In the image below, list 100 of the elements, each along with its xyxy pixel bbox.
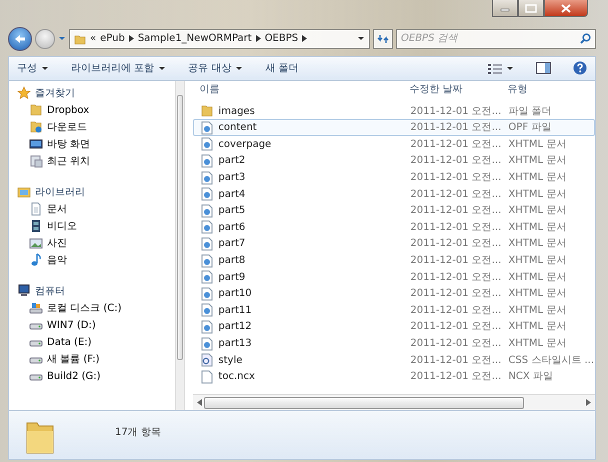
file-row[interactable]: content 2011-12-01 오전... OPF 파일: [193, 119, 595, 136]
file-row[interactable]: part2 2011-12-01 오전... XHTML 문서: [193, 152, 595, 170]
refresh-button[interactable]: [373, 28, 393, 49]
film-icon: [29, 219, 43, 234]
pane-icon: [536, 62, 551, 74]
toolbar-button[interactable]: 새 폴더: [265, 60, 299, 76]
table-cell-text: 2011-12-01 오전...: [410, 138, 502, 152]
caret-icon: [158, 64, 166, 72]
search-icon: [580, 32, 591, 44]
file-name[interactable]: part2: [218, 153, 246, 168]
back-button[interactable]: [8, 26, 32, 51]
file-name[interactable]: part8: [218, 253, 246, 268]
sidebar-item[interactable]: 라이브러리: [17, 184, 85, 201]
web-document-icon: [200, 170, 214, 185]
file-name[interactable]: part9: [218, 270, 246, 285]
sidebar-item[interactable]: 로컬 디스크 (C:): [17, 300, 122, 317]
minimize-button[interactable]: [492, 0, 518, 17]
sidebar-item[interactable]: 비디오: [17, 218, 77, 235]
scrollbar[interactable]: [193, 394, 595, 410]
file-row[interactable]: part6 2011-12-01 오전... XHTML 문서: [193, 219, 595, 236]
item-count: 17개 항목: [115, 426, 161, 440]
help-button[interactable]: [573, 61, 587, 76]
file-row[interactable]: part7 2011-12-01 오전... XHTML 문서: [193, 236, 595, 252]
caret-icon: [58, 35, 66, 42]
web-document-icon: [200, 236, 214, 251]
table-cell-text: 2011-12-01 오전...: [410, 287, 502, 302]
table-cell-text: OPF 파일: [508, 121, 552, 136]
file-name[interactable]: part12: [218, 319, 252, 334]
table-cell-text: 파일 폴더: [508, 104, 553, 119]
sidebar-item[interactable]: Dropbox: [17, 102, 90, 119]
file-row[interactable]: part13 2011-12-01 오전... XHTML 문서: [193, 335, 595, 352]
table-cell-text: 2011-12-01 오전...: [410, 370, 502, 384]
file-name[interactable]: part4: [218, 186, 246, 202]
toolbar-button[interactable]: 구성: [17, 60, 49, 76]
sidebar-item[interactable]: 최근 위치: [17, 152, 90, 170]
history-dropdown[interactable]: [58, 35, 66, 42]
stylesheet-icon: [200, 353, 214, 368]
file-name[interactable]: toc.ncx: [218, 369, 255, 384]
breadcrumb[interactable]: OEBPS: [264, 31, 298, 46]
column-header[interactable]: 유형: [507, 82, 595, 98]
table-cell-text: XHTML 문서: [508, 188, 568, 202]
table-cell-text: XHTML 문서: [508, 237, 568, 252]
sidebar-item[interactable]: 즐겨찾기: [17, 84, 75, 102]
table-cell-text: XHTML 문서: [508, 337, 568, 351]
file-row[interactable]: part4 2011-12-01 오전... XHTML 문서: [193, 186, 595, 202]
file-name[interactable]: part10: [218, 286, 252, 302]
sidebar-item[interactable]: 새 볼륨 (F:): [17, 350, 100, 368]
sidebar-item[interactable]: 컴퓨터: [17, 282, 65, 300]
back-arrow-icon: [14, 34, 26, 44]
desktop-icon: [29, 137, 43, 152]
file-name[interactable]: part5: [218, 203, 246, 218]
sidebar-item[interactable]: 사진: [17, 234, 67, 252]
file-name[interactable]: style: [218, 352, 242, 368]
column-header[interactable]: 수정한 날짜: [409, 82, 508, 98]
file-row[interactable]: part10 2011-12-01 오전... XHTML 문서: [193, 285, 595, 302]
web-document-icon: [200, 187, 214, 202]
file-name[interactable]: content: [218, 120, 257, 136]
breadcrumb-overflow[interactable]: «: [90, 31, 96, 46]
file-name[interactable]: part6: [218, 220, 246, 235]
file-name[interactable]: part13: [218, 336, 252, 351]
scrollbar[interactable]: [174, 80, 186, 410]
file-row[interactable]: part12 2011-12-01 오전... XHTML 문서: [193, 318, 595, 336]
toolbar-button[interactable]: 라이브러리에 포함: [71, 60, 166, 76]
address-bar[interactable]: « ePub Sample1_NewORMPart OEBPS: [69, 28, 370, 49]
breadcrumb[interactable]: ePub: [100, 31, 125, 46]
web-document-icon: [200, 120, 214, 135]
folder-icon: [29, 103, 43, 118]
close-button[interactable]: [544, 0, 588, 17]
file-row[interactable]: part5 2011-12-01 오전... XHTML 문서: [193, 202, 595, 220]
file-row[interactable]: images 2011-12-01 오전... 파일 폴더: [193, 102, 595, 120]
file-name[interactable]: part3: [218, 170, 246, 186]
file-name[interactable]: part7: [218, 236, 246, 252]
sidebar-item[interactable]: WIN7 (D:): [17, 316, 96, 334]
sidebar-item[interactable]: 음악: [17, 252, 67, 269]
sidebar-item[interactable]: 문서: [17, 200, 67, 218]
blank-document-icon: [200, 370, 214, 384]
search-field[interactable]: OEBPS 검색: [396, 28, 596, 49]
file-name[interactable]: part11: [218, 302, 252, 318]
file-row[interactable]: style 2011-12-01 오전... CSS 스타일시트 ...: [193, 352, 595, 368]
breadcrumb[interactable]: Sample1_NewORMPart: [138, 31, 252, 46]
file-row[interactable]: part11 2011-12-01 오전... XHTML 문서: [193, 302, 595, 319]
file-name[interactable]: images: [218, 104, 255, 119]
view-button[interactable]: [488, 62, 514, 74]
file-row[interactable]: part9 2011-12-01 오전... XHTML 문서: [193, 268, 595, 286]
file-row[interactable]: part3 2011-12-01 오전... XHTML 문서: [193, 169, 595, 186]
sidebar-item[interactable]: 바탕 화면: [17, 136, 90, 153]
maximize-button[interactable]: [518, 0, 544, 17]
toolbar-button[interactable]: 공유 대상: [188, 60, 244, 76]
file-row[interactable]: toc.ncx 2011-12-01 오전... NCX 파일: [193, 368, 595, 385]
sidebar-item[interactable]: Build2 (G:): [17, 368, 101, 385]
sidebar-item[interactable]: Data (E:): [17, 334, 92, 351]
chevron-icon: [128, 35, 134, 42]
column-header[interactable]: 이름: [193, 82, 410, 98]
table-cell-text: XHTML 문서: [508, 154, 568, 168]
file-name[interactable]: coverpage: [218, 136, 272, 152]
sidebar-item[interactable]: 다운로드: [17, 118, 87, 136]
file-row[interactable]: coverpage 2011-12-01 오전... XHTML 문서: [193, 136, 595, 153]
preview-pane-button[interactable]: [536, 62, 551, 74]
table-cell-text: XHTML 문서: [508, 138, 568, 152]
file-row[interactable]: part8 2011-12-01 오전... XHTML 문서: [193, 252, 595, 269]
